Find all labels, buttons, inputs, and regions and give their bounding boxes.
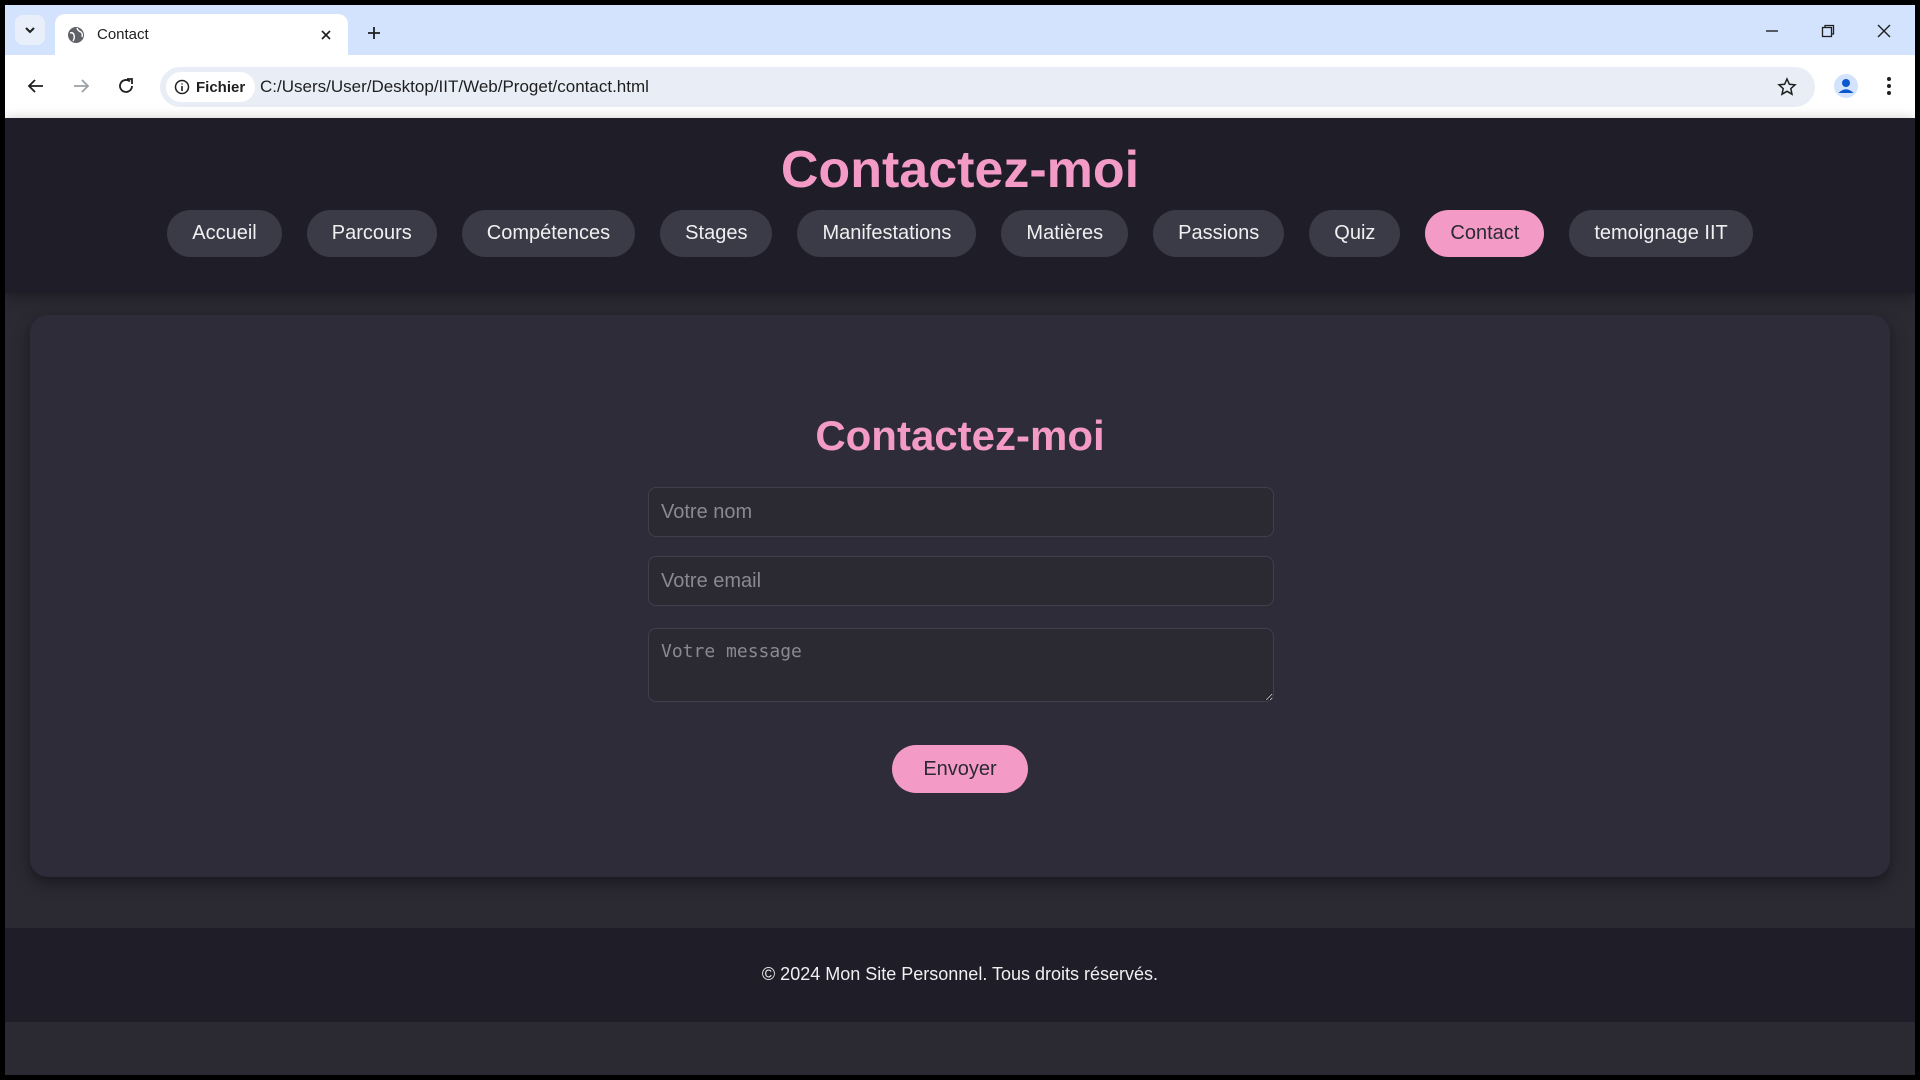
contact-card: Contactez-moi Envoyer (30, 315, 1890, 877)
nav-item-competences[interactable]: Compétences (461, 210, 636, 257)
browser-window: Contact Fichier C:/Users/User/Desktop/II… (5, 5, 1915, 1075)
site-header: Contactez-moi Accueil Parcours Compétenc… (5, 118, 1915, 293)
profile-avatar-icon[interactable] (1831, 71, 1861, 101)
site-title: Contactez-moi (780, 141, 1140, 199)
submit-button[interactable]: Envoyer (892, 745, 1028, 793)
nav-item-matieres[interactable]: Matières (1001, 210, 1129, 257)
tab-contact[interactable]: Contact (55, 14, 348, 55)
restore-icon[interactable] (1813, 18, 1843, 44)
form-title: Contactez-moi (815, 412, 1105, 459)
globe-icon (68, 26, 84, 43)
site-info-chip[interactable]: Fichier (166, 72, 256, 102)
minimize-icon[interactable] (1757, 18, 1787, 44)
nav-item-stages[interactable]: Stages (660, 210, 773, 257)
nav-item-passions[interactable]: Passions (1153, 210, 1285, 257)
reload-icon[interactable] (111, 71, 141, 101)
tab-list-button[interactable] (15, 15, 45, 45)
email-input[interactable] (648, 556, 1274, 606)
close-tab-icon[interactable] (316, 25, 336, 45)
info-icon (174, 79, 190, 95)
main-nav: Accueil Parcours Compétences Stages Mani… (5, 210, 1915, 257)
nav-item-contact[interactable]: Contact (1425, 210, 1545, 257)
more-menu-icon[interactable] (1877, 71, 1901, 101)
web-page: Contactez-moi Accueil Parcours Compétenc… (5, 118, 1915, 1075)
chevron-down-icon (25, 27, 35, 34)
nav-item-temoignage[interactable]: temoignage IIT (1569, 210, 1753, 257)
close-window-icon[interactable] (1869, 18, 1899, 44)
message-textarea[interactable] (648, 628, 1274, 702)
browser-toolbar: Fichier C:/Users/User/Desktop/IIT/Web/Pr… (5, 55, 1915, 118)
tab-bar: Contact (5, 5, 1915, 55)
address-bar[interactable]: Fichier C:/Users/User/Desktop/IIT/Web/Pr… (160, 67, 1815, 107)
name-input[interactable] (648, 487, 1274, 537)
site-footer: © 2024 Mon Site Personnel. Tous droits r… (5, 928, 1915, 1022)
site-info-label: Fichier (196, 78, 246, 96)
nav-item-quiz[interactable]: Quiz (1309, 210, 1401, 257)
nav-item-parcours[interactable]: Parcours (306, 210, 437, 257)
new-tab-icon[interactable] (361, 20, 387, 46)
footer-copyright: © 2024 Mon Site Personnel. Tous droits r… (761, 964, 1159, 984)
bookmark-star-icon[interactable] (1775, 75, 1799, 99)
tab-title: Contact (97, 26, 149, 43)
nav-item-accueil[interactable]: Accueil (167, 210, 282, 257)
url-text[interactable]: C:/Users/User/Desktop/IIT/Web/Proget/con… (260, 77, 649, 97)
back-arrow-icon[interactable] (21, 71, 51, 101)
forward-arrow-icon[interactable] (66, 71, 96, 101)
nav-item-manifestations[interactable]: Manifestations (797, 210, 977, 257)
